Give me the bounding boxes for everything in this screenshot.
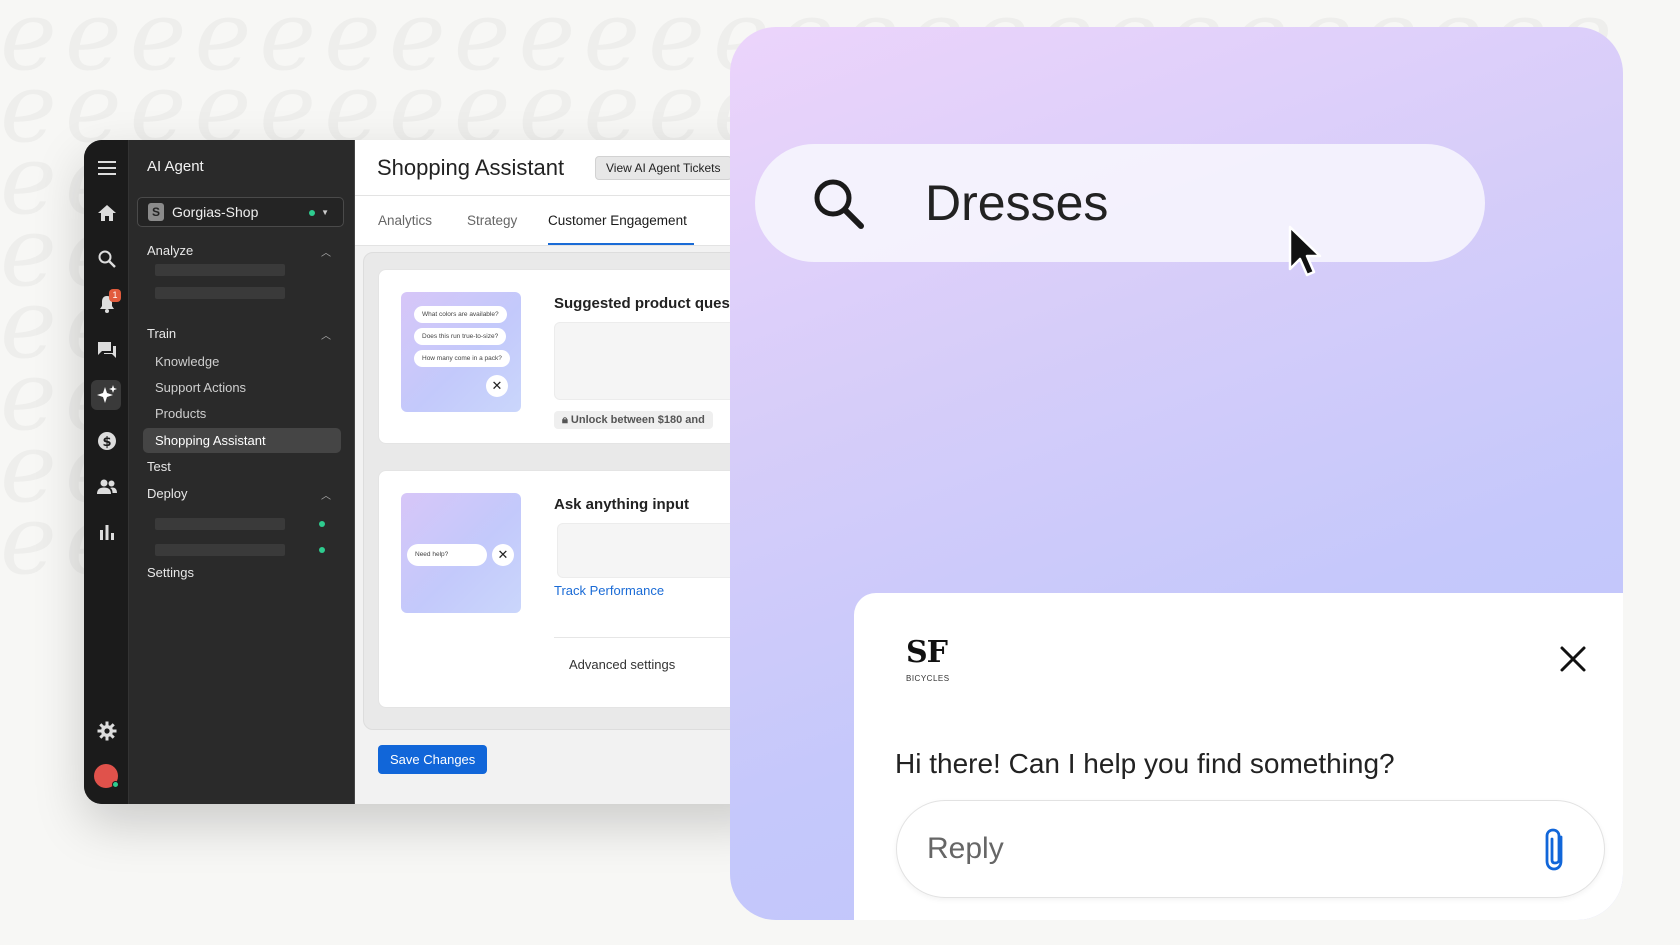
advanced-settings-toggle[interactable]: Advanced settings bbox=[569, 657, 675, 672]
sidebar-item-shopping-assistant[interactable]: Shopping Assistant bbox=[143, 428, 341, 453]
sidebar-item-support-actions[interactable]: Support Actions bbox=[155, 380, 246, 395]
sidebar-item-knowledge[interactable]: Knowledge bbox=[155, 354, 219, 369]
chat-icon[interactable] bbox=[84, 333, 129, 367]
card-title: Suggested product ques bbox=[554, 295, 730, 312]
nav-section-analyze[interactable]: Analyze bbox=[147, 243, 193, 258]
close-icon: ✕ bbox=[492, 544, 514, 566]
dollar-icon[interactable]: $ bbox=[84, 424, 129, 458]
preview-pill: What colors are available? bbox=[414, 306, 507, 323]
placeholder-bar bbox=[155, 544, 285, 556]
shop-status-dot bbox=[309, 210, 315, 216]
gear-icon[interactable] bbox=[84, 714, 129, 748]
paperclip-icon[interactable] bbox=[1541, 827, 1571, 873]
nav-section-settings[interactable]: Settings bbox=[147, 565, 194, 580]
sidebar: AI Agent S Gorgias-Shop ▼ Analyze ︿ Trai… bbox=[129, 140, 354, 804]
ask-anything-preview: Need help? ✕ bbox=[401, 493, 521, 613]
main-panel: Shopping Assistant View AI Agent Tickets… bbox=[354, 140, 774, 804]
chat-widget: SF BICYCLES Hi there! Can I help you fin… bbox=[854, 593, 1623, 920]
suggested-questions-card: What colors are available? Does this run… bbox=[378, 269, 774, 444]
chevron-up-icon[interactable]: ︿ bbox=[321, 244, 331, 259]
lock-icon: 🔒︎ bbox=[562, 414, 571, 426]
card-title: Ask anything input bbox=[554, 496, 689, 513]
tab-strategy[interactable]: Strategy bbox=[467, 213, 517, 228]
save-changes-button[interactable]: Save Changes bbox=[378, 745, 488, 774]
unlock-badge: 🔒︎ Unlock between $180 and bbox=[554, 411, 713, 429]
page-header: Shopping Assistant View AI Agent Tickets bbox=[355, 140, 774, 196]
placeholder-bar bbox=[155, 264, 285, 276]
placeholder-bar bbox=[155, 518, 285, 530]
chevron-up-icon[interactable]: ︿ bbox=[321, 487, 331, 502]
nav-section-deploy[interactable]: Deploy bbox=[147, 486, 187, 501]
chat-greeting: Hi there! Can I help you find something? bbox=[895, 748, 1395, 779]
status-dot bbox=[319, 521, 325, 527]
sidebar-title: AI Agent bbox=[147, 158, 204, 175]
nav-section-train[interactable]: Train bbox=[147, 326, 176, 341]
chevron-up-icon[interactable]: ︿ bbox=[321, 327, 331, 342]
notification-badge: 1 bbox=[109, 289, 121, 302]
track-performance-link[interactable]: Track Performance bbox=[554, 583, 664, 598]
app-window: 1 $ AI Agent S Gorgias-Shop ▼ Analyze ︿ … bbox=[84, 140, 774, 804]
search-bar[interactable]: Dresses bbox=[755, 144, 1485, 262]
nav-section-test[interactable]: Test bbox=[147, 459, 171, 474]
brand-subtitle: BICYCLES bbox=[906, 674, 950, 683]
sidebar-item-products[interactable]: Products bbox=[155, 406, 206, 421]
menu-icon[interactable] bbox=[84, 151, 129, 185]
home-icon[interactable] bbox=[84, 196, 129, 230]
icon-rail: 1 $ bbox=[84, 140, 129, 804]
view-tickets-button[interactable]: View AI Agent Tickets bbox=[595, 156, 732, 180]
bar-chart-icon[interactable] bbox=[84, 515, 129, 549]
tab-customer-engagement[interactable]: Customer Engagement bbox=[548, 213, 687, 228]
close-icon: ✕ bbox=[486, 375, 508, 397]
bell-icon[interactable]: 1 bbox=[84, 287, 129, 321]
tab-analytics[interactable]: Analytics bbox=[378, 213, 432, 228]
reply-box bbox=[896, 800, 1605, 898]
search-icon[interactable] bbox=[84, 242, 129, 276]
preview-pill: Need help? bbox=[407, 544, 487, 566]
status-dot bbox=[319, 547, 325, 553]
online-status-dot bbox=[112, 781, 119, 788]
shopify-icon: S bbox=[148, 203, 164, 221]
ask-anything-card: Need help? ✕ Ask anything input Track Pe… bbox=[378, 470, 774, 708]
content-area: What colors are available? Does this run… bbox=[363, 252, 774, 730]
close-icon[interactable] bbox=[1559, 645, 1587, 673]
suggested-questions-preview: What colors are available? Does this run… bbox=[401, 292, 521, 412]
chevron-down-icon: ▼ bbox=[321, 208, 329, 217]
sparkle-icon[interactable] bbox=[84, 378, 129, 412]
shop-selector[interactable]: S Gorgias-Shop ▼ bbox=[137, 197, 344, 227]
active-tab-indicator bbox=[548, 243, 694, 245]
preview-pill: Does this run true-to-size? bbox=[414, 328, 507, 345]
search-icon bbox=[814, 179, 864, 229]
shop-name: Gorgias-Shop bbox=[172, 204, 259, 220]
brand-logo: SF bbox=[906, 635, 948, 670]
reply-input[interactable] bbox=[927, 829, 1487, 869]
users-icon[interactable] bbox=[84, 470, 129, 504]
page-title: Shopping Assistant bbox=[377, 155, 565, 180]
storefront-preview: Dresses SF BICYCLES Hi there! Can I help… bbox=[730, 27, 1623, 920]
cursor-icon bbox=[1288, 225, 1322, 277]
tab-bar: Analytics Strategy Customer Engagement bbox=[355, 196, 774, 246]
preview-pill: How many come in a pack? bbox=[414, 350, 510, 367]
placeholder-bar bbox=[155, 287, 285, 299]
svg-text:$: $ bbox=[102, 435, 111, 450]
search-query: Dresses bbox=[925, 175, 1109, 231]
